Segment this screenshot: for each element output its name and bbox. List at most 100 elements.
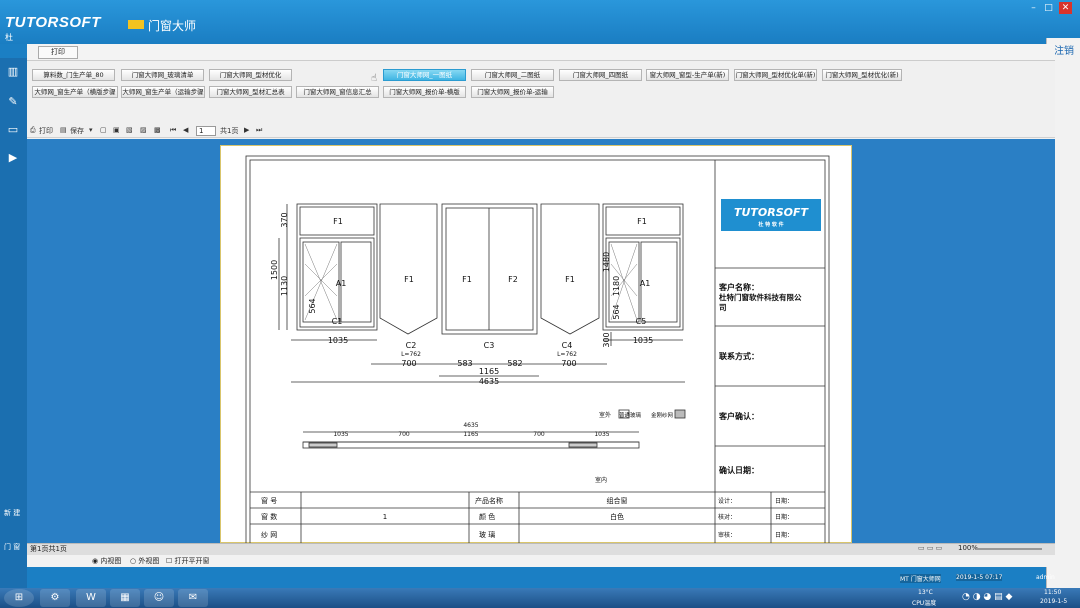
plan-1035-left: 1035 — [333, 431, 348, 438]
page-info: 第1页共1页 — [30, 545, 67, 553]
layout-icon-2[interactable]: ▧ — [126, 126, 133, 134]
video-icon[interactable]: ▶ — [6, 152, 20, 164]
tab-quote-transport[interactable]: 门窗大师网_报价单-运输 — [471, 86, 554, 98]
panel-f2-c3: F2 — [508, 275, 518, 284]
toolbar-print[interactable]: 打印 — [39, 126, 53, 136]
layout-icon[interactable]: ▥ — [6, 66, 20, 78]
task-user: admin — [1036, 574, 1055, 581]
window-drawing: F1 A1 F1 F1 F2 F1 F1 A1 C1 C2 C3 C4 C5 L… — [245, 155, 830, 544]
dim-300: 300 — [602, 332, 611, 347]
dim-370: 370 — [280, 212, 289, 227]
zoom-slider[interactable] — [976, 548, 1042, 550]
printer-icon[interactable]: ⎙ — [30, 126, 36, 135]
sign-date-2: 日期： — [775, 513, 793, 521]
tab-drawing-1[interactable]: 门窗大师网_一图纸 — [383, 69, 466, 81]
last-page-icon[interactable]: ⏭ — [256, 126, 262, 135]
plan-1035-right: 1035 — [594, 431, 609, 438]
plan-700-right: 700 — [533, 431, 545, 438]
company-logo: TUTORSOFT — [734, 206, 810, 219]
customer-name-1: 杜特门窗软件科技有限公 — [719, 292, 802, 302]
next-page-icon[interactable]: ▶ — [244, 126, 249, 134]
tab-profile-optimize-order-new[interactable]: 门窗大师网_型材优化单(新) — [734, 69, 817, 81]
document-icon[interactable]: ✎ — [6, 96, 20, 108]
tab-drawing-4[interactable]: 门窗大师网_四图纸 — [559, 69, 642, 81]
tab-drawing-2[interactable]: 门窗大师网_二图纸 — [471, 69, 554, 81]
user-label: 杜 — [5, 33, 13, 42]
customer-name-2: 司 — [719, 303, 727, 312]
dim-1035-left: 1035 — [328, 336, 348, 345]
row-color-value: 白色 — [610, 512, 624, 521]
row-window-count-value: 1 — [383, 513, 387, 521]
first-page-icon[interactable]: ⏮ — [170, 126, 176, 135]
tab-production-horizontal[interactable]: 大师网_窗生产单（横版步骤 — [32, 86, 118, 98]
row-product-value: 组合窗 — [607, 496, 628, 505]
cursor-icon: ☝ — [371, 73, 378, 84]
sidebar-item-doors[interactable]: 门 窗 — [4, 542, 20, 552]
plan-inside: 室内 — [595, 476, 607, 484]
radio-outer-label: 外视图 — [138, 557, 160, 565]
brand-logo: TUTORSOFT — [5, 14, 101, 31]
dim-564-right: 564 — [612, 304, 621, 319]
monitor-icon[interactable]: ▭ — [6, 124, 20, 136]
save-icon[interactable]: ▤ — [60, 126, 67, 134]
tab-window-summary[interactable]: 门窗大师网_窗信息汇总 — [296, 86, 379, 98]
row-window-no-label: 窗 号 — [261, 496, 277, 505]
plan-legend-glass: 普通玻璃 — [619, 411, 642, 419]
label-c3: C3 — [484, 341, 495, 350]
panel-a1-right: A1 — [640, 279, 651, 288]
view-mode-icons[interactable]: ▭ ▭ ▭ — [918, 544, 942, 552]
taskbar-app-chat[interactable]: ☺ — [144, 589, 174, 607]
start-button[interactable]: ⊞ — [4, 589, 34, 607]
radio-outer-view[interactable]: ○ 外视图 — [130, 556, 159, 566]
row-screen-label: 纱 网 — [261, 531, 277, 539]
find-icon[interactable]: ▩ — [154, 126, 161, 134]
company-logo-sub: 杜 特 软 件 — [758, 221, 783, 228]
maximize-button[interactable]: □ — [1042, 2, 1055, 14]
checkbox-open-flat[interactable]: ☐ 打开平开窗 — [166, 556, 210, 566]
tab-window-production-new[interactable]: 窗大师网_窗型-生产单(新) — [646, 69, 729, 81]
radio-inner-label: 内视图 — [100, 557, 122, 565]
sidebar-item-new[interactable]: 新 建 — [4, 508, 20, 518]
taskbar-app-settings[interactable]: ⚙ — [40, 589, 70, 607]
tab-material-order[interactable]: 算料数_门生产单_80 — [32, 69, 115, 81]
zoom-icon[interactable]: ▣ — [113, 126, 120, 134]
dropdown-icon[interactable]: ▾ — [89, 126, 93, 134]
page-setup-icon[interactable]: ▢ — [100, 126, 107, 134]
taskbar-app-grid[interactable]: ▦ — [110, 589, 140, 607]
brand-badge-icon — [128, 20, 144, 29]
export-icon[interactable]: ▨ — [140, 126, 147, 134]
confirm-date-label: 确认日期： — [719, 465, 759, 475]
page-input[interactable]: 1 — [196, 126, 216, 136]
task-window-1[interactable]: MT 门窗大师网 — [900, 574, 941, 583]
taskbar-app-mail[interactable]: ✉ — [178, 589, 208, 607]
label-c1: C1 — [332, 317, 343, 326]
tab-profile-optimize-new[interactable]: 门窗大师网_型材优化(新) — [822, 69, 902, 81]
tab-production-transport[interactable]: 大师网_窗生产单（运输步骤 — [121, 86, 205, 98]
radio-inner-view[interactable]: ◉ 内视图 — [92, 556, 121, 566]
task-window-2[interactable]: 2019-1-5 07:17 — [956, 574, 1003, 581]
dim-1165: 1165 — [479, 367, 499, 376]
panel-f1-right-top: F1 — [637, 217, 647, 226]
tab-profile-summary[interactable]: 门窗大师网_型材汇总表 — [209, 86, 292, 98]
prev-page-icon[interactable]: ◀ — [183, 126, 188, 134]
toolbar-save[interactable]: 保存 — [70, 126, 84, 136]
clock-date: 2019-1-5 — [1040, 598, 1068, 605]
tray-icons[interactable]: ◔ ◑ ◕ ▤ ◆ — [962, 592, 1012, 602]
print-button[interactable]: 打印 — [38, 46, 78, 59]
dim-700-right: 700 — [561, 359, 576, 368]
minimize-button[interactable]: – — [1027, 2, 1040, 14]
label-c4: C4 — [562, 341, 573, 350]
logout-link[interactable]: 注销 — [1054, 42, 1074, 57]
clock-time: 11:50 — [1044, 589, 1062, 596]
tab-profile-optimize[interactable]: 门窗大师网_型材优化 — [209, 69, 292, 81]
tab-quote-horizontal[interactable]: 门窗大师网_报价单-横版 — [383, 86, 466, 98]
panel-a1-left: A1 — [336, 279, 347, 288]
close-button[interactable]: ✕ — [1059, 2, 1072, 14]
dim-1480: 1480 — [602, 252, 611, 272]
tab-glass-list[interactable]: 门窗大师网_玻璃清单 — [121, 69, 204, 81]
taskbar-app-word[interactable]: W — [76, 589, 106, 607]
page-total: 共1页 — [220, 127, 239, 135]
plan-1165: 1165 — [463, 431, 478, 438]
plan-700-left: 700 — [398, 431, 410, 438]
panel-f1-c2: F1 — [404, 275, 414, 284]
